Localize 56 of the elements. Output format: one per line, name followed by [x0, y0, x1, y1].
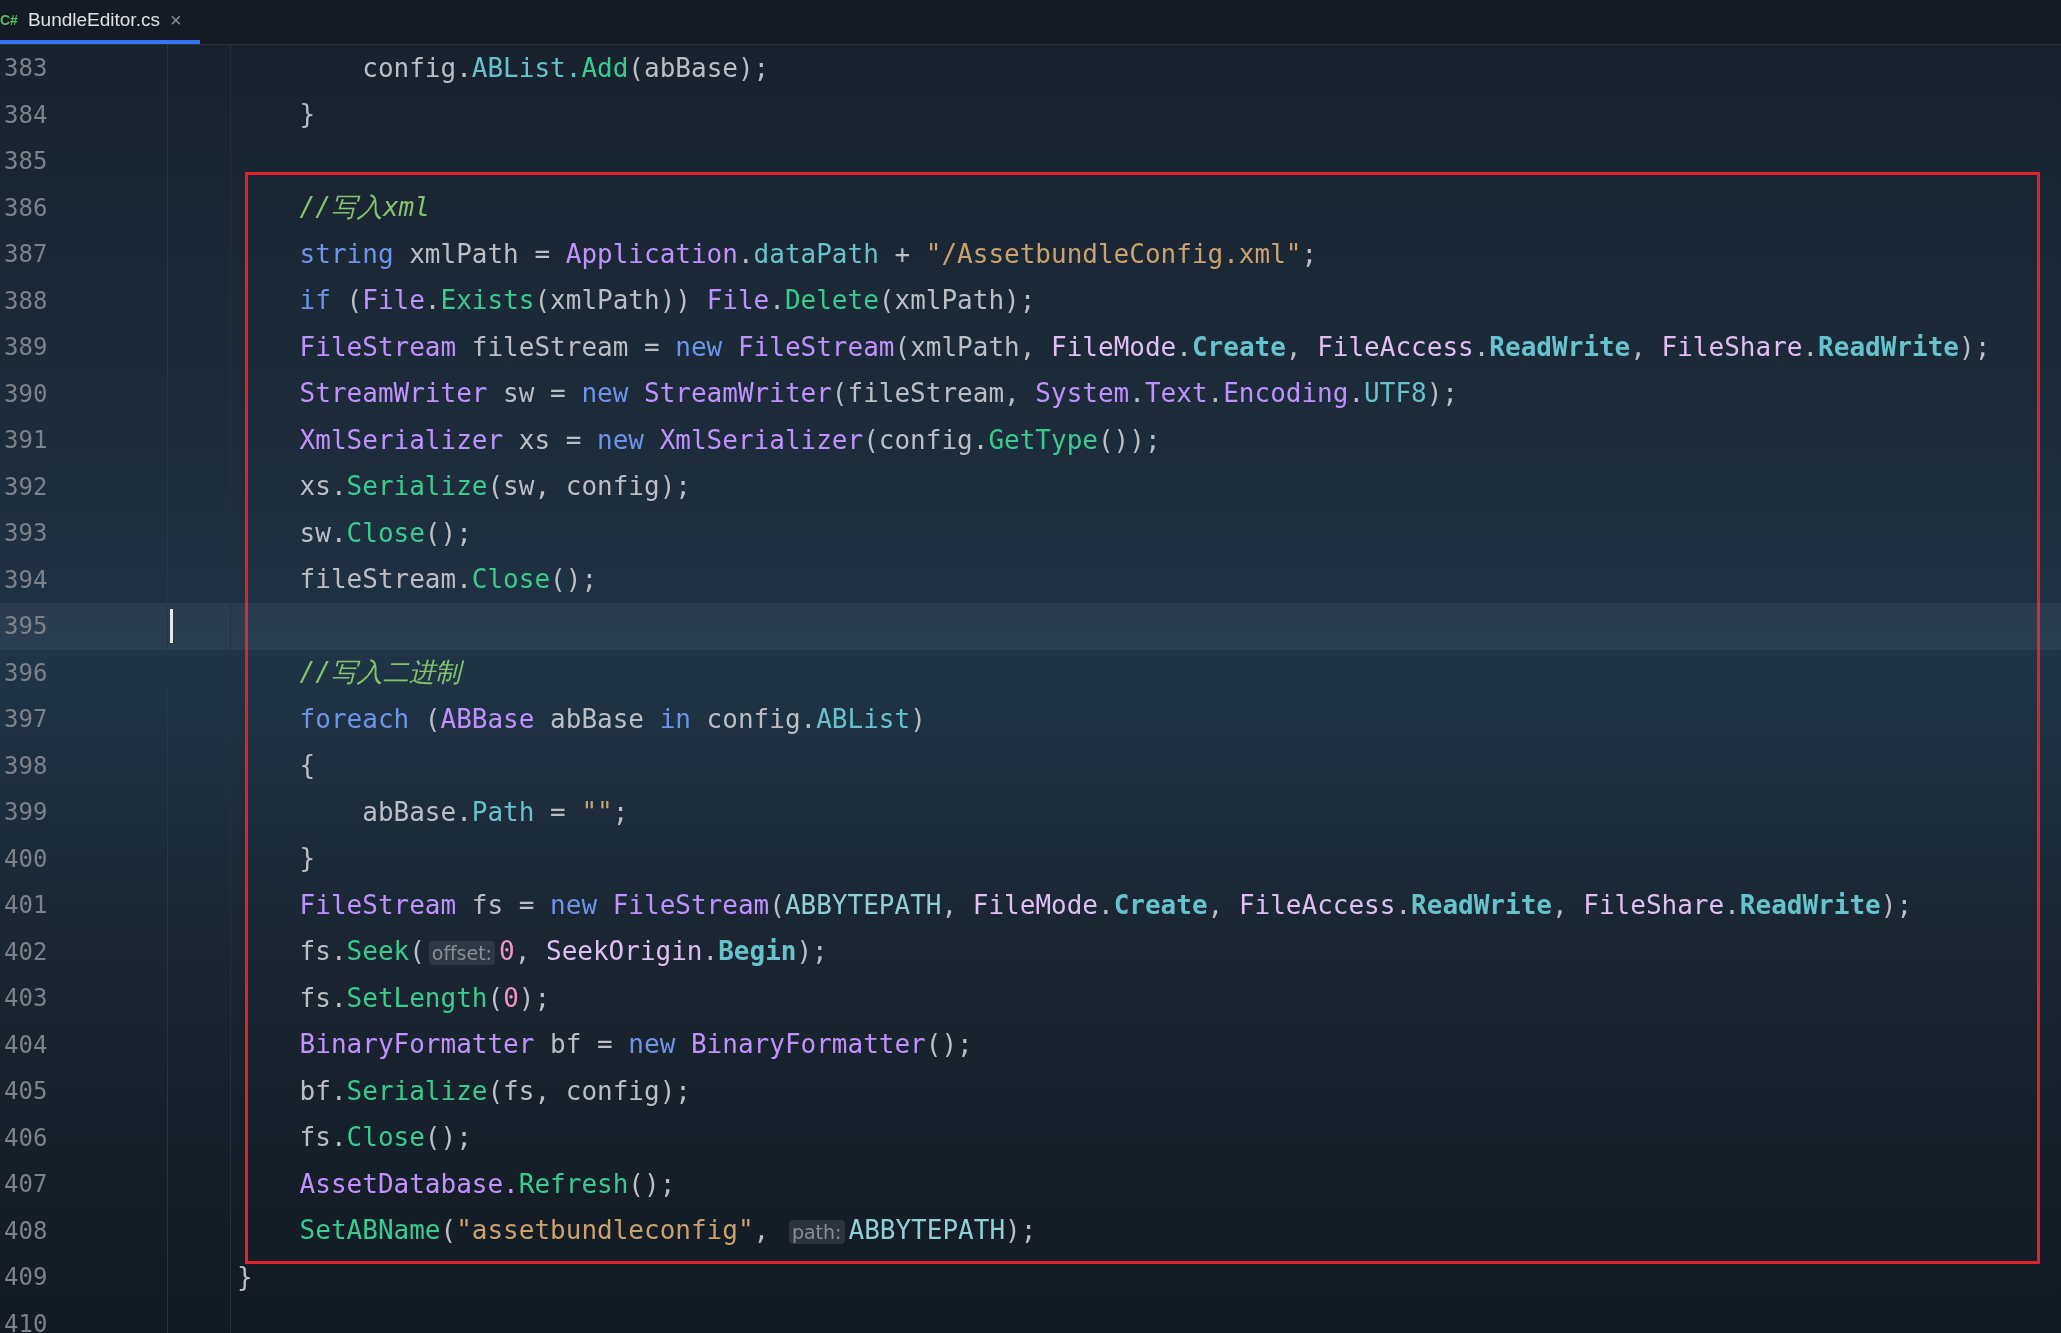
- line-number: 390: [4, 378, 48, 410]
- text-cursor: [170, 609, 173, 643]
- line-number: 399: [4, 797, 48, 829]
- line-number: 383: [4, 53, 48, 85]
- code-line: fs.Seek( offset: 0, SeekOrigin.Begin);: [298, 935, 828, 969]
- code-line: }: [298, 842, 316, 876]
- line-number: 388: [4, 285, 48, 317]
- line-number: 407: [4, 1169, 48, 1201]
- code-line: {: [298, 749, 316, 783]
- code-line: config.ABList.Add(abBase);: [361, 51, 770, 85]
- line-number: 398: [4, 750, 48, 782]
- code-line: }: [237, 1260, 253, 1294]
- code-line: BinaryFormatter bf = new BinaryFormatter();: [298, 1028, 973, 1062]
- csharp-file-icon: C#: [0, 9, 18, 31]
- line-number: 389: [4, 332, 48, 364]
- line-number: 395: [4, 611, 48, 643]
- line-number: 384: [4, 99, 48, 131]
- line-number: 410: [4, 1308, 48, 1333]
- code-line: FileStream fileStream = new FileStream(xmlPath, FileMode.Create, FileAccess.ReadWrite, FileShare.ReadWrite);: [298, 330, 1991, 364]
- code-line: bf.Serialize(fs, config);: [298, 1074, 691, 1108]
- line-number: 403: [4, 983, 48, 1015]
- line-number: 396: [4, 657, 48, 689]
- file-tab[interactable]: C# BundleEditor.cs ×: [0, 0, 200, 44]
- code-line: StreamWriter sw = new StreamWriter(fileStream, System.Text.Encoding.UTF8);: [298, 377, 1459, 411]
- line-number: 386: [4, 192, 48, 224]
- line-number: 391: [4, 425, 48, 457]
- line-number: 387: [4, 239, 48, 271]
- code-line: SetABName("assetbundleconfig", path: ABBYTEPATH);: [298, 1214, 1037, 1248]
- line-number: 404: [4, 1029, 48, 1061]
- code-line: string xmlPath = Application.dataPath + "/AssetbundleConfig.xml";: [298, 237, 1318, 271]
- line-number: 401: [4, 890, 48, 922]
- line-number: 409: [4, 1262, 48, 1294]
- code-line: foreach (ABBase abBase in config.ABList): [298, 702, 926, 736]
- close-icon[interactable]: ×: [169, 5, 182, 35]
- code-line: fs.Close();: [298, 1121, 472, 1155]
- line-number: 400: [4, 843, 48, 875]
- line-number: 397: [4, 704, 48, 736]
- line-number: 408: [4, 1215, 48, 1247]
- code-line: //写入xml: [298, 191, 430, 225]
- code-line: xs.Serialize(sw, config);: [298, 470, 691, 504]
- code-line: }: [298, 98, 316, 132]
- code-line: FileStream fs = new FileStream(ABBYTEPATH, FileMode.Create, FileAccess.ReadWrite, FileShare.ReadWrite);: [298, 888, 1913, 922]
- line-number: 394: [4, 564, 48, 596]
- code-line: if (File.Exists(xmlPath)) File.Delete(xmlPath);: [298, 284, 1036, 318]
- line-number: 405: [4, 1076, 48, 1108]
- line-number: 385: [4, 146, 48, 178]
- code-line: sw.Close();: [298, 516, 472, 550]
- line-number: 402: [4, 936, 48, 968]
- code-line: XmlSerializer xs = new XmlSerializer(config.GetType());: [298, 423, 1161, 457]
- line-number: 406: [4, 1122, 48, 1154]
- line-number: 392: [4, 471, 48, 503]
- code-line: fs.SetLength(0);: [298, 981, 551, 1015]
- code-line: AssetDatabase.Refresh();: [298, 1167, 676, 1201]
- line-number: 393: [4, 518, 48, 550]
- code-line: fileStream.Close();: [298, 563, 598, 597]
- code-line: abBase.Path = "";: [361, 795, 629, 829]
